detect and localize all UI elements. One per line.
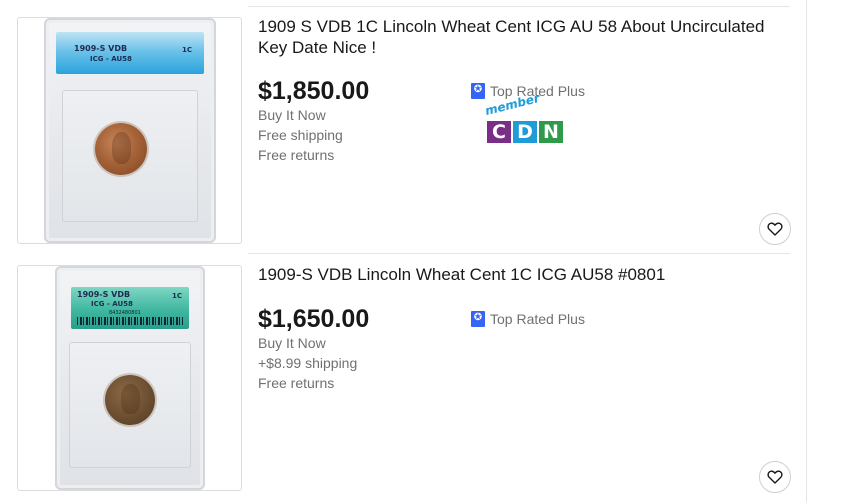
shipping-info: Free shipping xyxy=(258,127,343,143)
listing-image[interactable]: 1909-S VDB ICG - AU58 1C xyxy=(17,17,242,244)
slab-label-line2: ICG - AU58 xyxy=(90,55,132,63)
slab-label: 1909-S VDB ICG - AU58 1C xyxy=(56,32,204,74)
buying-format: Buy It Now xyxy=(258,335,326,351)
slab-label-serial: 8432480801 xyxy=(109,310,141,316)
slab-barcode xyxy=(77,317,183,325)
slab-coin-window xyxy=(62,90,198,222)
listing-card-1: 1909-S VDB ICG - AU58 1C 1909 S VDB 1C L… xyxy=(0,0,800,253)
watch-heart-button[interactable] xyxy=(759,461,791,493)
listing-title[interactable]: 1909 S VDB 1C Lincoln Wheat Cent ICG AU … xyxy=(258,16,778,58)
listing-price: $1,650.00 xyxy=(258,305,370,333)
results-right-border xyxy=(806,0,807,502)
coin-slab-image: 1909-S VDB ICG - AU58 1C 8432480801 xyxy=(55,266,205,490)
heart-icon xyxy=(767,222,783,236)
slab-coin-window xyxy=(69,342,191,468)
slab-label-denomination: 1C xyxy=(172,292,183,300)
cdn-letter-c: C xyxy=(487,121,511,143)
shipping-info: +$8.99 shipping xyxy=(258,355,358,371)
coin xyxy=(95,123,147,175)
slab-label-line1: 1909-S VDB xyxy=(77,290,131,299)
listing-title[interactable]: 1909-S VDB Lincoln Wheat Cent 1C ICG AU5… xyxy=(258,264,778,285)
coin xyxy=(105,375,155,425)
returns-info: Free returns xyxy=(258,147,335,163)
slab-label: 1909-S VDB ICG - AU58 1C 8432480801 xyxy=(71,287,189,329)
listing-image[interactable]: 1909-S VDB ICG - AU58 1C 8432480801 xyxy=(17,265,242,491)
slab-label-line2: ICG - AU58 xyxy=(91,300,133,308)
watch-heart-button[interactable] xyxy=(759,213,791,245)
top-rated-plus-label: Top Rated Plus xyxy=(490,311,585,327)
listing-card-2: 1909-S VDB ICG - AU58 1C 8432480801 1909… xyxy=(0,253,800,502)
cdn-member-logo: member C D N xyxy=(484,91,571,146)
cdn-letter-d: D xyxy=(513,121,537,143)
cdn-letter-n: N xyxy=(539,121,563,143)
listing-price: $1,850.00 xyxy=(258,77,370,105)
slab-label-denomination: 1C xyxy=(182,46,193,54)
returns-info: Free returns xyxy=(258,375,335,391)
heart-icon xyxy=(767,470,783,484)
top-rated-plus-icon: ✪ xyxy=(471,311,485,327)
coin-slab-image: 1909-S VDB ICG - AU58 1C xyxy=(44,18,216,243)
top-rated-plus-icon: ✪ xyxy=(471,83,485,99)
slab-label-line1: 1909-S VDB xyxy=(74,44,128,53)
buying-format: Buy It Now xyxy=(258,107,326,123)
